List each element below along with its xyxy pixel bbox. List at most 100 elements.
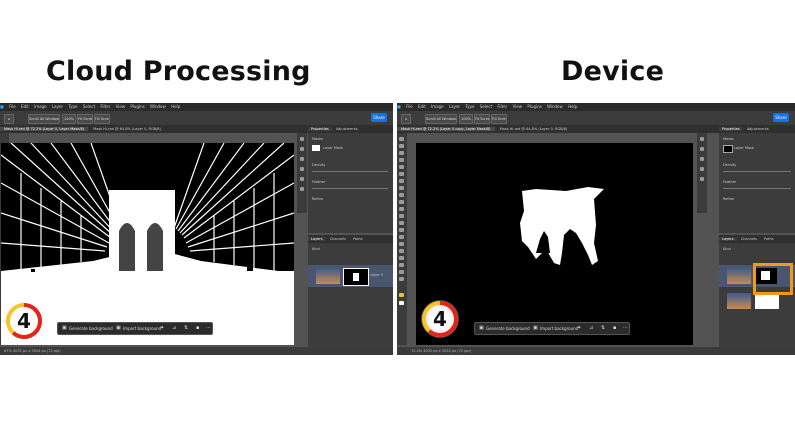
panel-icon[interactable]	[300, 177, 304, 181]
scroll-all-windows-checkbox[interactable]: Scroll All Windows	[425, 114, 457, 124]
layer-mask-thumbnail[interactable]	[343, 268, 369, 286]
menu-type[interactable]: Type	[68, 104, 77, 109]
mask-thumbnail[interactable]	[312, 145, 320, 151]
background-color-icon[interactable]	[399, 301, 404, 305]
menu-help[interactable]: Help	[171, 104, 180, 109]
canvas-mask[interactable]	[1, 143, 294, 345]
generate-background-button[interactable]: Generate background	[69, 323, 113, 334]
menu-image[interactable]: Image	[34, 104, 47, 109]
panel-icon[interactable]	[300, 157, 304, 161]
brush-tool-icon[interactable]	[399, 193, 404, 197]
menu-edit[interactable]: Edit	[418, 104, 426, 109]
menu-layer[interactable]: Layer	[52, 104, 63, 109]
lasso-tool-icon[interactable]	[399, 151, 404, 155]
density-slider[interactable]	[723, 171, 791, 172]
panel-icon[interactable]	[300, 147, 304, 151]
density-slider[interactable]	[312, 171, 388, 172]
hand-tool-icon[interactable]	[399, 270, 404, 274]
move-tool-icon[interactable]	[399, 137, 404, 141]
panel-icon[interactable]	[700, 167, 704, 171]
import-background-button[interactable]: Import background	[123, 323, 161, 334]
invert-icon[interactable]: ⇅	[601, 326, 606, 331]
dodge-tool-icon[interactable]	[399, 235, 404, 239]
stamp-tool-icon[interactable]	[399, 200, 404, 204]
menu-type[interactable]: Type	[465, 104, 474, 109]
marquee-tool-icon[interactable]	[399, 144, 404, 148]
fill-screen-button[interactable]: Fill Screen	[491, 114, 507, 124]
menu-view[interactable]: View	[116, 104, 126, 109]
history-brush-icon[interactable]	[399, 207, 404, 211]
share-button[interactable]: Share	[773, 113, 789, 122]
panel-icon[interactable]	[700, 147, 704, 151]
kind-filter[interactable]: Kind	[312, 247, 320, 251]
more-icon[interactable]: ⋯	[206, 326, 211, 331]
fit-screen-button[interactable]: Fit Screen	[77, 114, 93, 124]
tab-paths[interactable]: Paths	[350, 237, 366, 241]
crop-tool-icon[interactable]	[399, 165, 404, 169]
menu-edit[interactable]: Edit	[21, 104, 29, 109]
document-tab[interactable]: Mask Hi-red @ 64.8% (Layer 0, RGB/8)	[496, 127, 572, 131]
brush-icon[interactable]: ✦	[577, 326, 582, 331]
menu-plugins[interactable]: Plugins	[527, 104, 541, 109]
eraser-tool-icon[interactable]	[399, 214, 404, 218]
ps-logo-icon[interactable]: ■	[0, 104, 4, 109]
tab-properties[interactable]: Properties	[719, 127, 743, 131]
scroll-all-windows-checkbox[interactable]: Scroll All Windows	[28, 114, 60, 124]
fit-screen-button[interactable]: Fit Screen	[474, 114, 490, 124]
home-icon[interactable]: ⌂	[4, 114, 14, 124]
menu-image[interactable]: Image	[431, 104, 444, 109]
fill-screen-button[interactable]: Fill Screen	[94, 114, 110, 124]
fill-icon[interactable]: ▪	[196, 326, 201, 331]
import-background-button[interactable]: Import background	[540, 323, 578, 334]
foreground-color-icon[interactable]	[399, 293, 404, 297]
share-button[interactable]: Share	[371, 113, 387, 122]
feather-slider[interactable]	[723, 188, 791, 189]
tab-layers[interactable]: Layers	[308, 237, 326, 241]
tab-layers[interactable]: Layers	[719, 237, 737, 241]
shape-tool-icon[interactable]	[399, 263, 404, 267]
pen-tool-icon[interactable]	[399, 242, 404, 246]
eyedropper-tool-icon[interactable]	[399, 179, 404, 183]
zoom-tool-icon[interactable]	[399, 277, 404, 281]
tab-paths[interactable]: Paths	[761, 237, 777, 241]
menu-filter[interactable]: Filter	[497, 104, 507, 109]
frame-tool-icon[interactable]	[399, 172, 404, 176]
document-tab-active[interactable]: Mask Hi-red @ 72.2% (Layer 0 copy, Layer…	[397, 127, 495, 131]
menu-plugins[interactable]: Plugins	[130, 104, 144, 109]
panel-icon[interactable]	[700, 157, 704, 161]
invert-icon[interactable]: ⇅	[184, 326, 189, 331]
menu-select[interactable]: Select	[480, 104, 492, 109]
menu-select[interactable]: Select	[83, 104, 95, 109]
adjust-icon[interactable]: ⊿	[172, 326, 177, 331]
more-icon[interactable]: ⋯	[623, 326, 628, 331]
ps-logo-icon[interactable]: ■	[397, 104, 401, 109]
panel-icon[interactable]	[700, 177, 704, 181]
kind-filter[interactable]: Kind	[723, 247, 731, 251]
tab-adjustments[interactable]: Adjustments	[333, 127, 361, 131]
layer-mask-thumbnail[interactable]	[755, 293, 779, 309]
menu-file[interactable]: File	[406, 104, 413, 109]
menu-layer[interactable]: Layer	[449, 104, 460, 109]
panel-icon[interactable]	[300, 187, 304, 191]
tab-channels[interactable]: Channels	[327, 237, 349, 241]
generate-background-button[interactable]: Generate background	[486, 323, 530, 334]
tab-adjustments[interactable]: Adjustments	[744, 127, 772, 131]
healing-tool-icon[interactable]	[399, 186, 404, 190]
zoom-100-button[interactable]: 100%	[459, 114, 473, 124]
panel-icon[interactable]	[300, 137, 304, 141]
menu-help[interactable]: Help	[568, 104, 577, 109]
document-tab[interactable]: Mask Hi-red @ 64.8% (Layer 0, RGB/8)	[89, 127, 165, 131]
menu-filter[interactable]: Filter	[100, 104, 110, 109]
panel-icon[interactable]	[700, 137, 704, 141]
tab-channels[interactable]: Channels	[738, 237, 760, 241]
panel-icon[interactable]	[300, 167, 304, 171]
fill-icon[interactable]: ▪	[613, 326, 618, 331]
mask-thumbnail[interactable]	[723, 145, 733, 153]
adjust-icon[interactable]: ⊿	[589, 326, 594, 331]
document-tab-active[interactable]: Mask Hi-red @ 72.2% (Layer 0, Layer Mask…	[0, 127, 89, 131]
path-select-icon[interactable]	[399, 256, 404, 260]
layer-row-selected[interactable]: Layer 0	[308, 265, 393, 287]
menu-window[interactable]: Window	[547, 104, 563, 109]
home-icon[interactable]: ⌂	[401, 114, 411, 124]
menu-window[interactable]: Window	[150, 104, 166, 109]
